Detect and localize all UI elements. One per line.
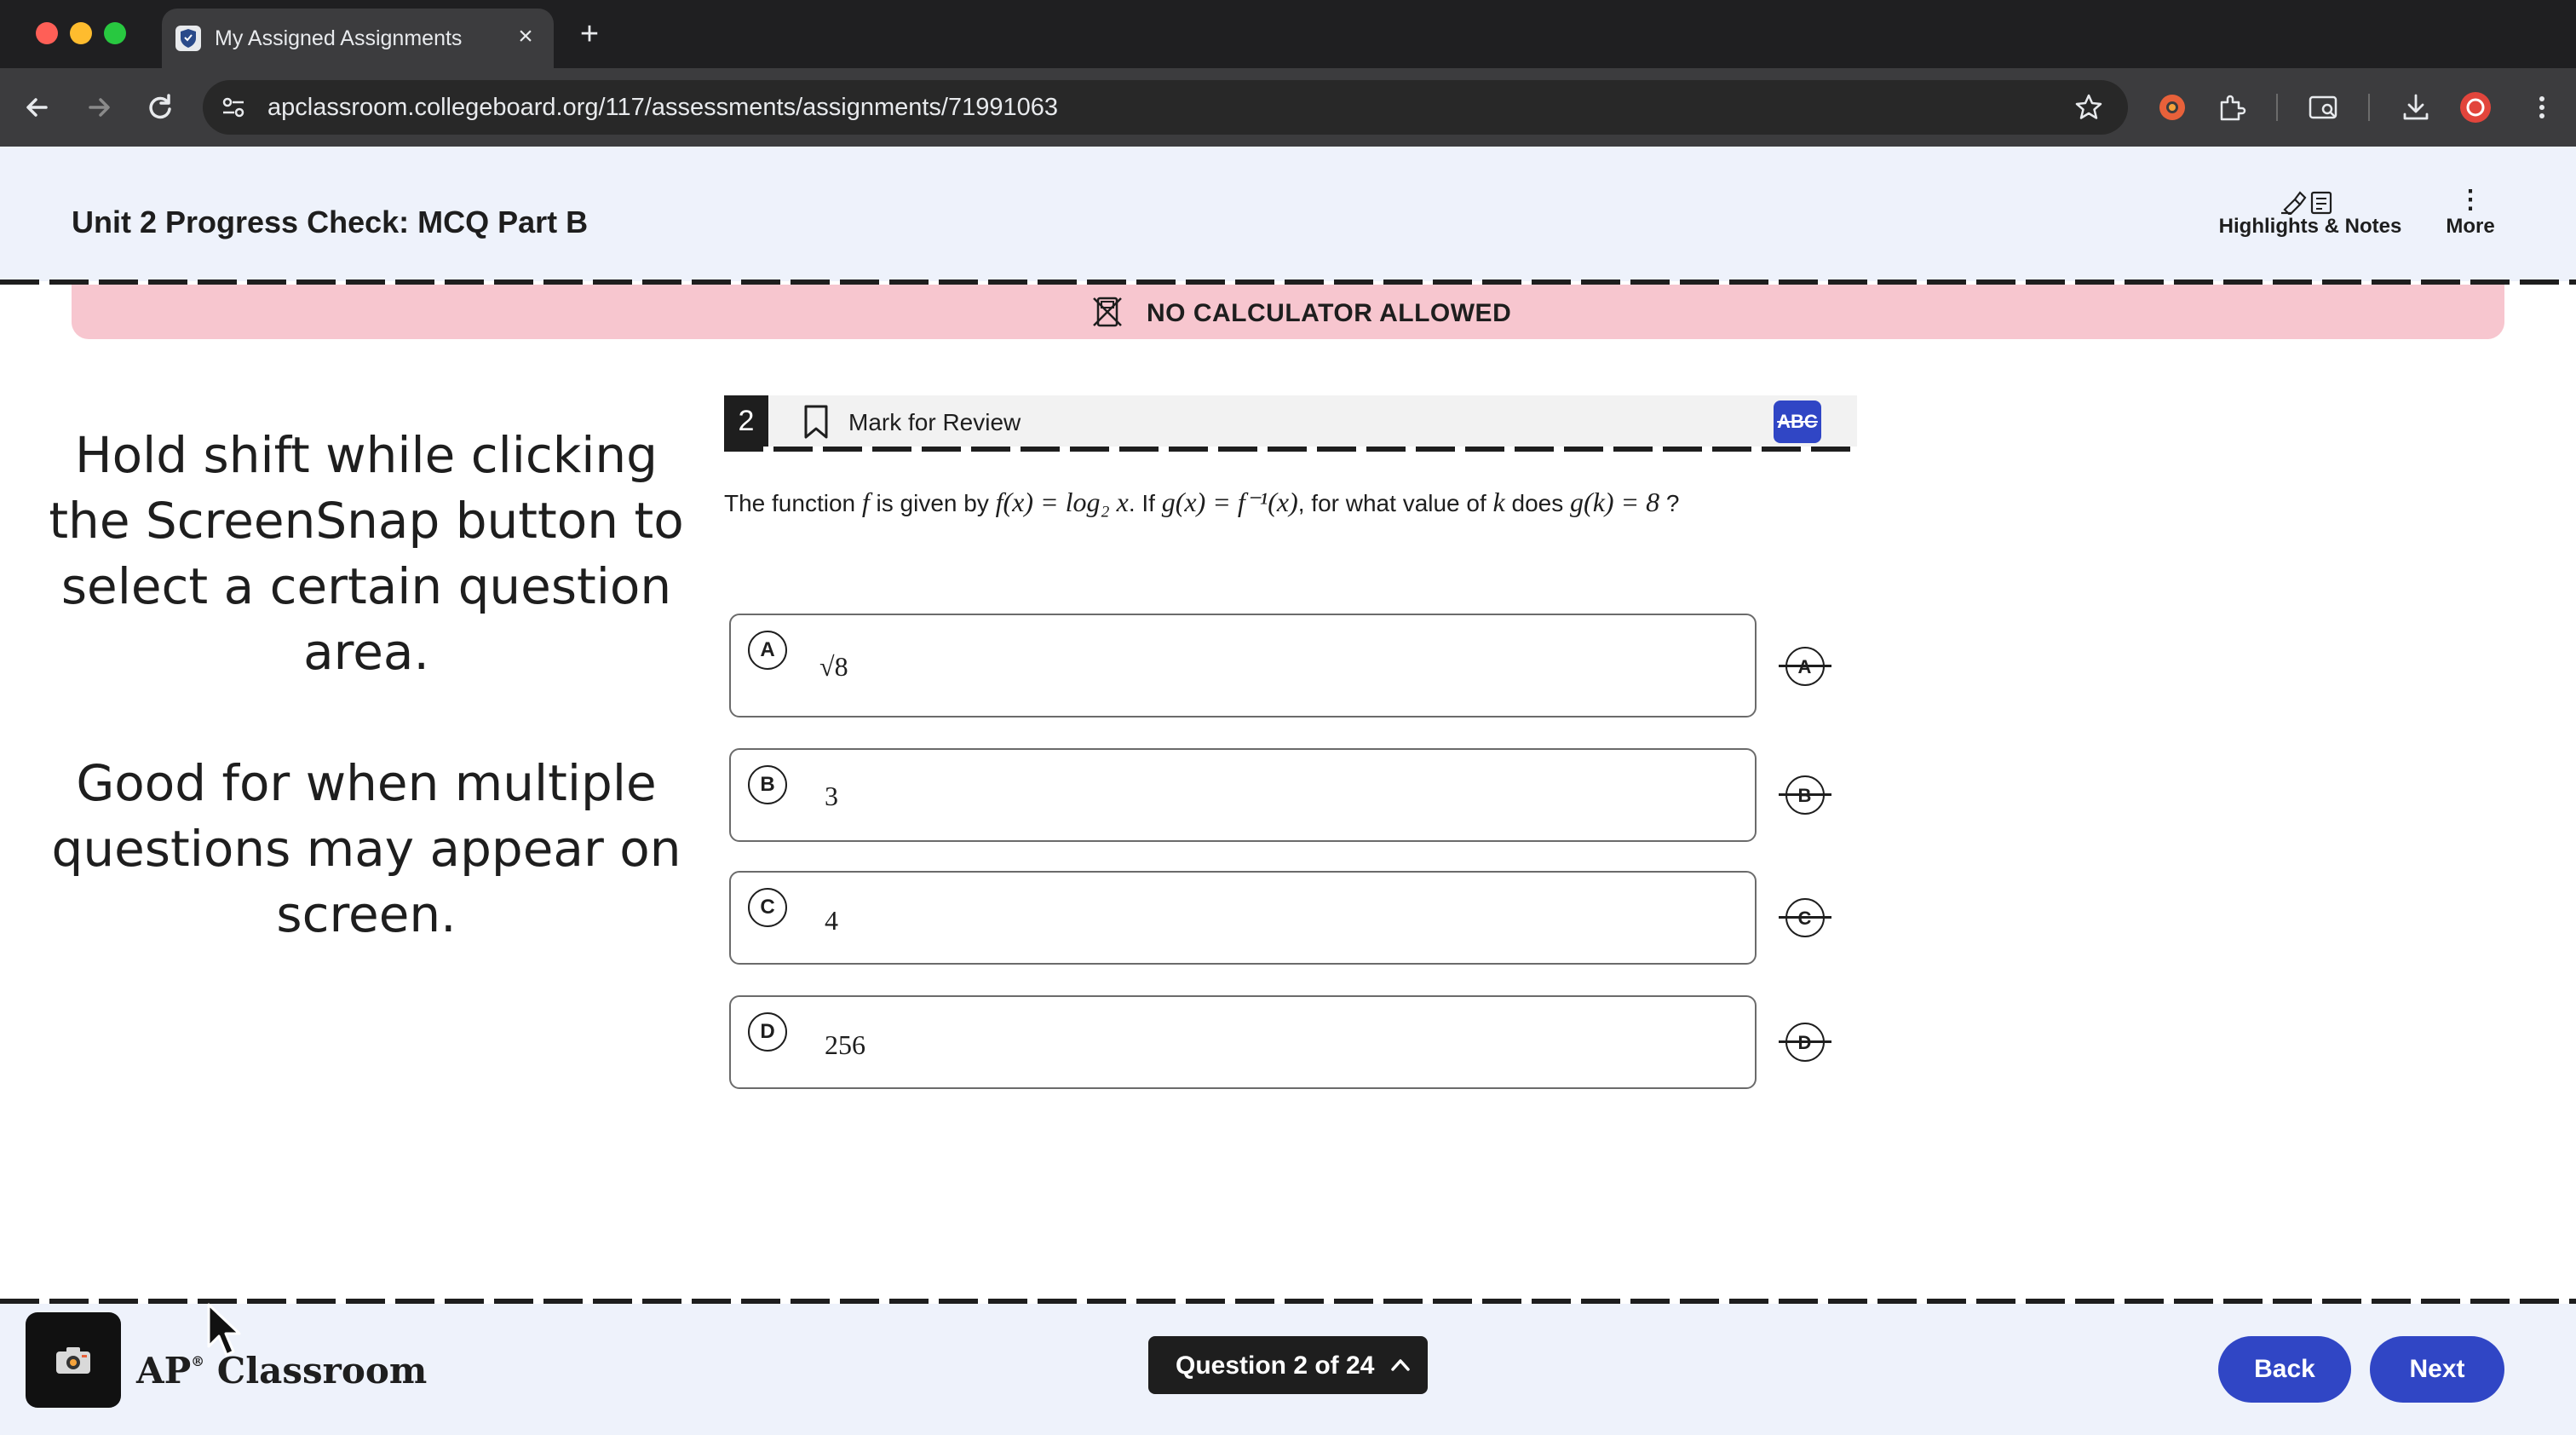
answer-choice-c[interactable]: C 4 bbox=[729, 871, 1757, 965]
new-tab-button[interactable]: + bbox=[572, 17, 607, 51]
stem-math: g(x) = f⁻¹(x) bbox=[1161, 487, 1298, 517]
bookmark-icon[interactable] bbox=[801, 404, 831, 440]
stem-text: ? bbox=[1659, 490, 1680, 516]
camera-icon bbox=[56, 1347, 90, 1374]
window-zoom-button[interactable] bbox=[104, 22, 126, 44]
site-info-icon[interactable] bbox=[218, 92, 249, 123]
tab-title: My Assigned Assignments bbox=[215, 26, 463, 50]
browser-menu-icon[interactable] bbox=[2525, 90, 2559, 124]
app-header: Unit 2 Progress Check: MCQ Part B Highli… bbox=[0, 147, 2576, 281]
answer-choice-a[interactable]: A √8 bbox=[729, 614, 1757, 718]
answer-choice-b[interactable]: B 3 bbox=[729, 748, 1757, 842]
answer-choice-d[interactable]: D 256 bbox=[729, 995, 1757, 1089]
eliminate-letter-c: C bbox=[1797, 908, 1812, 929]
toolbar-divider bbox=[2368, 94, 2370, 121]
collegeboard-favicon-icon bbox=[175, 26, 201, 51]
stem-text: does bbox=[1504, 490, 1571, 516]
tab-close-icon[interactable]: × bbox=[511, 22, 540, 51]
bookmark-star-icon[interactable] bbox=[2073, 92, 2104, 123]
back-arrow-icon[interactable] bbox=[17, 87, 58, 128]
no-calculator-banner: NO CALCULATOR ALLOWED bbox=[72, 285, 2504, 339]
mouse-cursor-icon bbox=[207, 1303, 241, 1357]
choice-letter-c: C bbox=[748, 888, 787, 927]
tab-search-icon[interactable] bbox=[2307, 90, 2341, 124]
highlighter-notes-icon bbox=[2281, 191, 2332, 215]
stem-math: f bbox=[861, 487, 870, 517]
more-button[interactable]: ⋮ More bbox=[2436, 186, 2504, 262]
brand-classroom: Classroom bbox=[216, 1350, 428, 1392]
question-header: 2 Mark for Review ABC bbox=[724, 395, 1857, 447]
question-number: 2 bbox=[724, 395, 768, 447]
highlights-notes-label: Highlights & Notes bbox=[2218, 215, 2402, 238]
download-icon[interactable] bbox=[2399, 90, 2433, 124]
choice-value-a: √8 bbox=[819, 651, 848, 682]
tip-paragraph-1: Hold shift while clicking the ScreenSnap… bbox=[49, 426, 684, 681]
mark-for-review-button[interactable]: Mark for Review bbox=[848, 409, 1021, 436]
browser-tab-active[interactable]: My Assigned Assignments × bbox=[162, 9, 554, 68]
stem-text: , for what value of bbox=[1297, 490, 1493, 516]
chevron-up-icon bbox=[1391, 1359, 1410, 1371]
more-label: More bbox=[2446, 215, 2495, 238]
window-minimize-button[interactable] bbox=[70, 22, 92, 44]
screensnap-tip-overlay: Hold shift while clicking the ScreenSnap… bbox=[34, 423, 699, 948]
browser-titlebar: My Assigned Assignments × + bbox=[0, 0, 2576, 68]
question-stem: The function f is given by f(x) = log₂ x… bbox=[724, 486, 1680, 518]
choice-letter-b: B bbox=[748, 765, 787, 804]
question-header-dashed-divider bbox=[724, 447, 1857, 452]
window-close-button[interactable] bbox=[36, 22, 58, 44]
question-navigator-button[interactable]: Question 2 of 24 bbox=[1148, 1336, 1428, 1394]
back-button[interactable]: Back bbox=[2218, 1336, 2351, 1403]
choice-value-c: 4 bbox=[825, 905, 838, 936]
brand-registered-mark: ® bbox=[191, 1353, 205, 1369]
stem-math: f(x) = log₂ x bbox=[995, 487, 1129, 517]
brand-ap: AP bbox=[136, 1350, 192, 1392]
choice-letter-d: D bbox=[748, 1012, 787, 1052]
no-calculator-icon bbox=[1093, 297, 1122, 327]
screensnap-app-button[interactable] bbox=[26, 1312, 121, 1408]
stem-text: The function bbox=[724, 490, 862, 516]
eliminate-choice-a-button[interactable]: A bbox=[1779, 647, 1831, 686]
choice-value-b: 3 bbox=[825, 781, 838, 811]
eliminate-choice-d-button[interactable]: D bbox=[1779, 1023, 1831, 1062]
extensions-puzzle-icon[interactable] bbox=[2215, 90, 2249, 124]
stem-text: . If bbox=[1128, 490, 1162, 516]
answer-eliminator-toggle[interactable]: ABC bbox=[1774, 401, 1821, 443]
choice-letter-a: A bbox=[748, 631, 787, 670]
url-text: apclassroom.collegeboard.org/117/assessm… bbox=[267, 94, 1059, 121]
tip-paragraph-2: Good for when multiple questions may app… bbox=[51, 754, 681, 943]
screensnap-extension-icon[interactable] bbox=[2155, 90, 2189, 124]
reload-icon[interactable] bbox=[140, 87, 181, 128]
eliminate-letter-a: A bbox=[1797, 656, 1812, 677]
stem-text: is given by bbox=[869, 490, 996, 516]
highlights-notes-button[interactable]: Highlights & Notes bbox=[2206, 186, 2414, 262]
next-button[interactable]: Next bbox=[2370, 1336, 2504, 1403]
page-title: Unit 2 Progress Check: MCQ Part B bbox=[72, 205, 589, 239]
stem-math: g(k) = 8 bbox=[1570, 487, 1660, 517]
more-vertical-icon: ⋮ bbox=[2458, 186, 2483, 214]
no-calculator-text: NO CALCULATOR ALLOWED bbox=[1147, 299, 1512, 327]
eliminate-letter-d: D bbox=[1797, 1032, 1812, 1053]
ap-classroom-logo: AP® Classroom bbox=[136, 1350, 427, 1392]
forward-arrow-icon[interactable] bbox=[78, 87, 119, 128]
choice-value-d: 256 bbox=[825, 1029, 865, 1060]
toolbar-divider bbox=[2276, 94, 2278, 121]
eliminate-choice-c-button[interactable]: C bbox=[1779, 898, 1831, 937]
question-navigator-label: Question 2 of 24 bbox=[1176, 1351, 1375, 1380]
eliminate-choice-b-button[interactable]: B bbox=[1779, 775, 1831, 815]
abc-strike-icon: ABC bbox=[1777, 411, 1818, 432]
profile-avatar-icon[interactable] bbox=[2458, 90, 2493, 124]
stem-math: k bbox=[1492, 487, 1505, 517]
address-bar[interactable]: apclassroom.collegeboard.org/117/assessm… bbox=[203, 80, 2128, 135]
eliminate-letter-b: B bbox=[1797, 785, 1812, 806]
browser-toolbar: apclassroom.collegeboard.org/117/assessm… bbox=[0, 68, 2576, 147]
